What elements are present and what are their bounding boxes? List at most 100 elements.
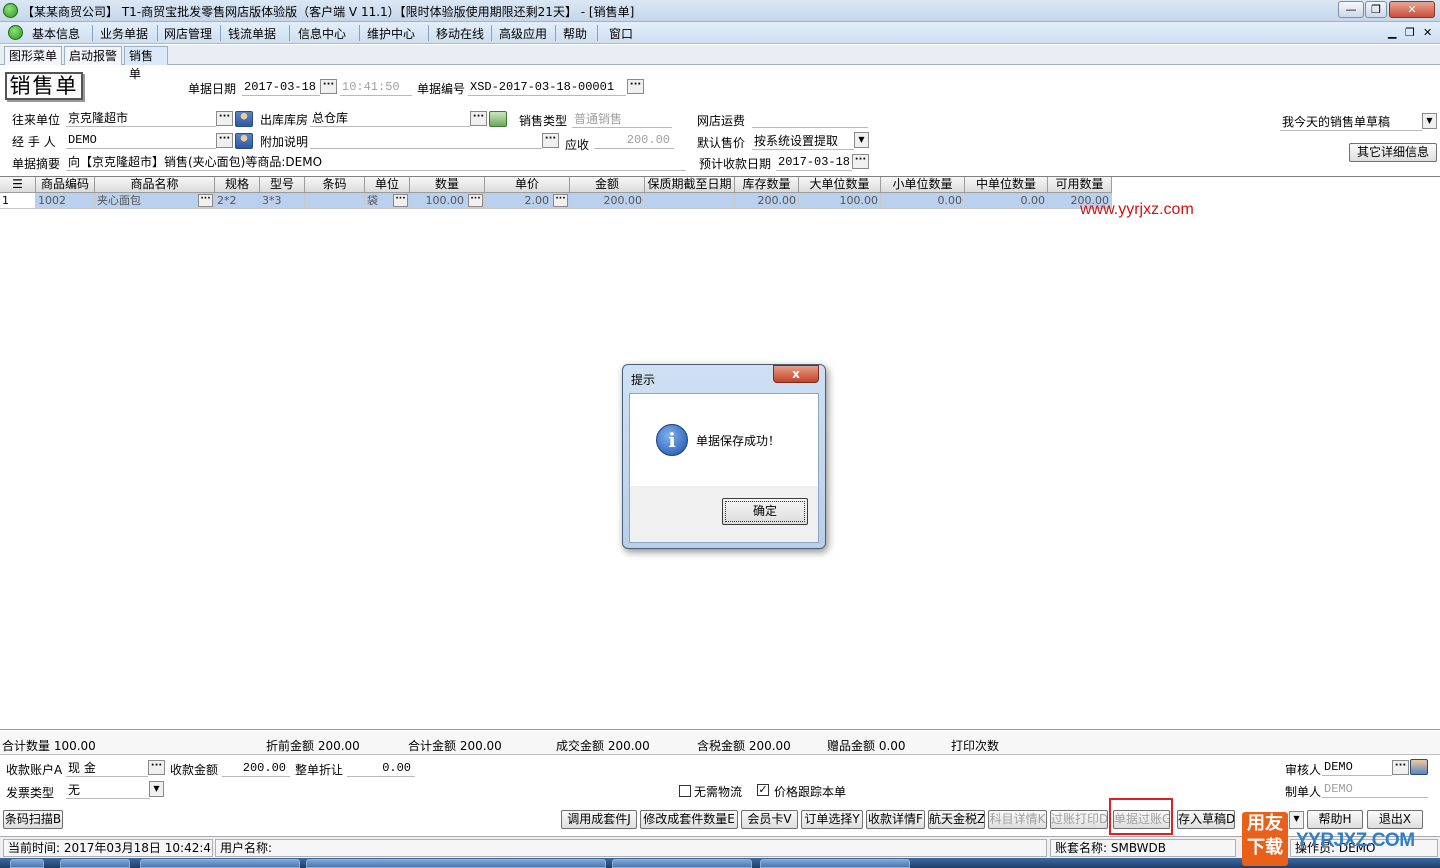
dialog-close-button[interactable]: x <box>773 365 819 383</box>
cell-big-unit-qty[interactable]: 100.00 <box>799 193 881 209</box>
col-header-mid-unit-qty[interactable]: 中单位数量 <box>965 177 1048 193</box>
number-picker-button[interactable]: ··· <box>627 79 644 94</box>
golden-tax-button[interactable]: 航天金税Z <box>928 810 985 829</box>
menu-advanced[interactable]: 高级应用 <box>495 25 551 42</box>
auditor-picker-button[interactable]: ··· <box>1392 760 1409 775</box>
cell-unit[interactable]: 袋 ··· <box>365 193 410 209</box>
menu-mobile-online[interactable]: 移动在线 <box>432 25 488 42</box>
order-select-button[interactable]: 订单选择Y <box>801 810 863 829</box>
tab-sales-order[interactable]: 销售单 <box>124 46 168 81</box>
member-card-button[interactable]: 会员卡V <box>741 810 798 829</box>
cell-expiry[interactable] <box>645 193 735 209</box>
cell-qty[interactable]: 100.00 ··· <box>410 193 485 209</box>
menu-basic-info[interactable]: 基本信息 <box>28 25 84 42</box>
start-orb-icon[interactable] <box>10 859 44 868</box>
mdi-restore-icon[interactable]: ❐ <box>1405 26 1415 39</box>
summary-field[interactable]: 向【京克隆超市】销售(夹心面包)等商品:DEMO <box>66 154 686 171</box>
partner-picker-button[interactable]: ··· <box>216 111 233 126</box>
col-header-name[interactable]: 商品名称 <box>95 177 215 193</box>
minimize-button[interactable]: — <box>1338 1 1364 18</box>
cell-price[interactable]: 2.00 ··· <box>485 193 570 209</box>
draft-dropdown-icon[interactable]: ▼ <box>1422 113 1437 129</box>
date-field[interactable]: 2017-03-18 <box>242 79 320 96</box>
warehouse-field[interactable]: 总仓库 <box>310 110 470 127</box>
price-track-checkbox[interactable]: ✓ <box>757 784 769 796</box>
taskbar-item[interactable] <box>760 859 910 868</box>
col-header-qty[interactable]: 数量 <box>410 177 485 193</box>
cell-name[interactable]: 夹心面包 ··· <box>95 193 215 209</box>
handler-field[interactable]: DEMO <box>66 132 216 149</box>
col-header-stock[interactable]: 库存数量 <box>735 177 799 193</box>
close-button[interactable]: ✕ <box>1389 1 1435 18</box>
expected-date-picker-button[interactable]: ··· <box>852 154 869 169</box>
auditor-add-icon[interactable] <box>1410 759 1428 775</box>
default-price-select[interactable]: 按系统设置提取 <box>752 133 854 150</box>
col-header-model[interactable]: 型号 <box>260 177 305 193</box>
dialog-ok-button[interactable]: 确定 <box>722 498 808 525</box>
menu-shop-management[interactable]: 网店管理 <box>160 25 216 42</box>
mdi-close-icon[interactable]: ✕ <box>1423 26 1432 39</box>
shop-freight-field[interactable] <box>752 111 868 128</box>
taskbar-item[interactable] <box>140 859 300 868</box>
cell-mid-unit-qty[interactable]: 0.00 <box>965 193 1048 209</box>
col-header-code[interactable]: 商品编码 <box>36 177 95 193</box>
cell-barcode[interactable] <box>305 193 365 209</box>
partner-lookup-icon[interactable] <box>235 111 253 127</box>
cell-model[interactable]: 3*3 <box>260 193 305 209</box>
exit-button[interactable]: 退出X <box>1367 810 1423 829</box>
note-field[interactable] <box>310 132 542 149</box>
cell-qty-picker-button[interactable]: ··· <box>468 194 483 207</box>
more-dropdown-icon[interactable]: ▼ <box>1289 811 1304 829</box>
account-picker-button[interactable]: ··· <box>148 760 165 775</box>
save-draft-button[interactable]: 存入草稿D <box>1177 810 1235 829</box>
invoice-dropdown-icon[interactable]: ▼ <box>149 781 164 797</box>
col-header-small-unit-qty[interactable]: 小单位数量 <box>881 177 965 193</box>
post-button[interactable]: 单据过账G <box>1113 810 1170 829</box>
menu-cash-docs[interactable]: 钱流单据 <box>224 25 280 42</box>
mdi-minimize-icon[interactable]: ▁ <box>1388 26 1396 39</box>
taskbar-item[interactable] <box>306 859 606 868</box>
sale-type-field[interactable]: 普通销售 <box>572 111 672 128</box>
handler-lookup-icon[interactable] <box>235 133 253 149</box>
time-field[interactable]: 10:41:50 <box>340 79 412 96</box>
handler-picker-button[interactable]: ··· <box>216 133 233 148</box>
default-price-dropdown-icon[interactable]: ▼ <box>854 132 869 148</box>
invoice-select[interactable]: 无 <box>66 782 150 799</box>
taskbar-item[interactable] <box>60 859 130 868</box>
cell-code[interactable]: 1002 <box>36 193 95 209</box>
taskbar-item[interactable] <box>612 859 752 868</box>
col-header-barcode[interactable]: 条码 <box>305 177 365 193</box>
receipt-detail-button[interactable]: 收款详情F <box>866 810 925 829</box>
col-header-available-qty[interactable]: 可用数量 <box>1048 177 1112 193</box>
tab-graphic-menu[interactable]: 图形菜单 <box>4 46 62 65</box>
date-picker-button[interactable]: ··· <box>320 79 337 94</box>
cell-unit-picker-button[interactable]: ··· <box>393 194 408 207</box>
help-button[interactable]: 帮助H <box>1307 810 1363 829</box>
number-field[interactable]: XSD-2017-03-18-00001 <box>468 79 626 96</box>
cell-small-unit-qty[interactable]: 0.00 <box>881 193 965 209</box>
note-picker-button[interactable]: ··· <box>542 133 559 148</box>
menu-window[interactable]: 窗口 <box>605 25 637 42</box>
grid-row-menu-icon[interactable]: ☰ <box>0 177 36 193</box>
menu-info-center[interactable]: 信息中心 <box>294 25 350 42</box>
discount-field[interactable]: 0.00 <box>347 760 415 777</box>
cell-spec[interactable]: 2*2 <box>215 193 260 209</box>
other-info-button[interactable]: 其它详细信息 <box>1349 143 1437 162</box>
col-header-big-unit-qty[interactable]: 大单位数量 <box>799 177 881 193</box>
menu-maintenance[interactable]: 维护中心 <box>363 25 419 42</box>
col-header-unit[interactable]: 单位 <box>365 177 410 193</box>
menu-business-docs[interactable]: 业务单据 <box>96 25 152 42</box>
no-logistics-checkbox[interactable] <box>679 785 691 797</box>
modify-kit-button[interactable]: 修改成套件数量E <box>640 810 738 829</box>
cell-price-picker-button[interactable]: ··· <box>553 194 568 207</box>
barcode-scan-button[interactable]: 条码扫描B <box>3 810 63 829</box>
amount-field[interactable]: 200.00 <box>222 760 290 777</box>
tab-startup-alert[interactable]: 启动报警 <box>64 46 122 65</box>
menu-help[interactable]: 帮助 <box>559 25 591 42</box>
col-header-price[interactable]: 单价 <box>485 177 570 193</box>
draft-select[interactable]: 我今天的销售单草稿 <box>1280 114 1422 131</box>
expected-date-field[interactable]: 2017-03-18 <box>776 154 852 171</box>
subject-detail-button[interactable]: 科目详情K <box>988 810 1047 829</box>
account-field[interactable]: 现 金 <box>66 760 148 777</box>
partner-field[interactable]: 京克隆超市 <box>66 110 216 127</box>
